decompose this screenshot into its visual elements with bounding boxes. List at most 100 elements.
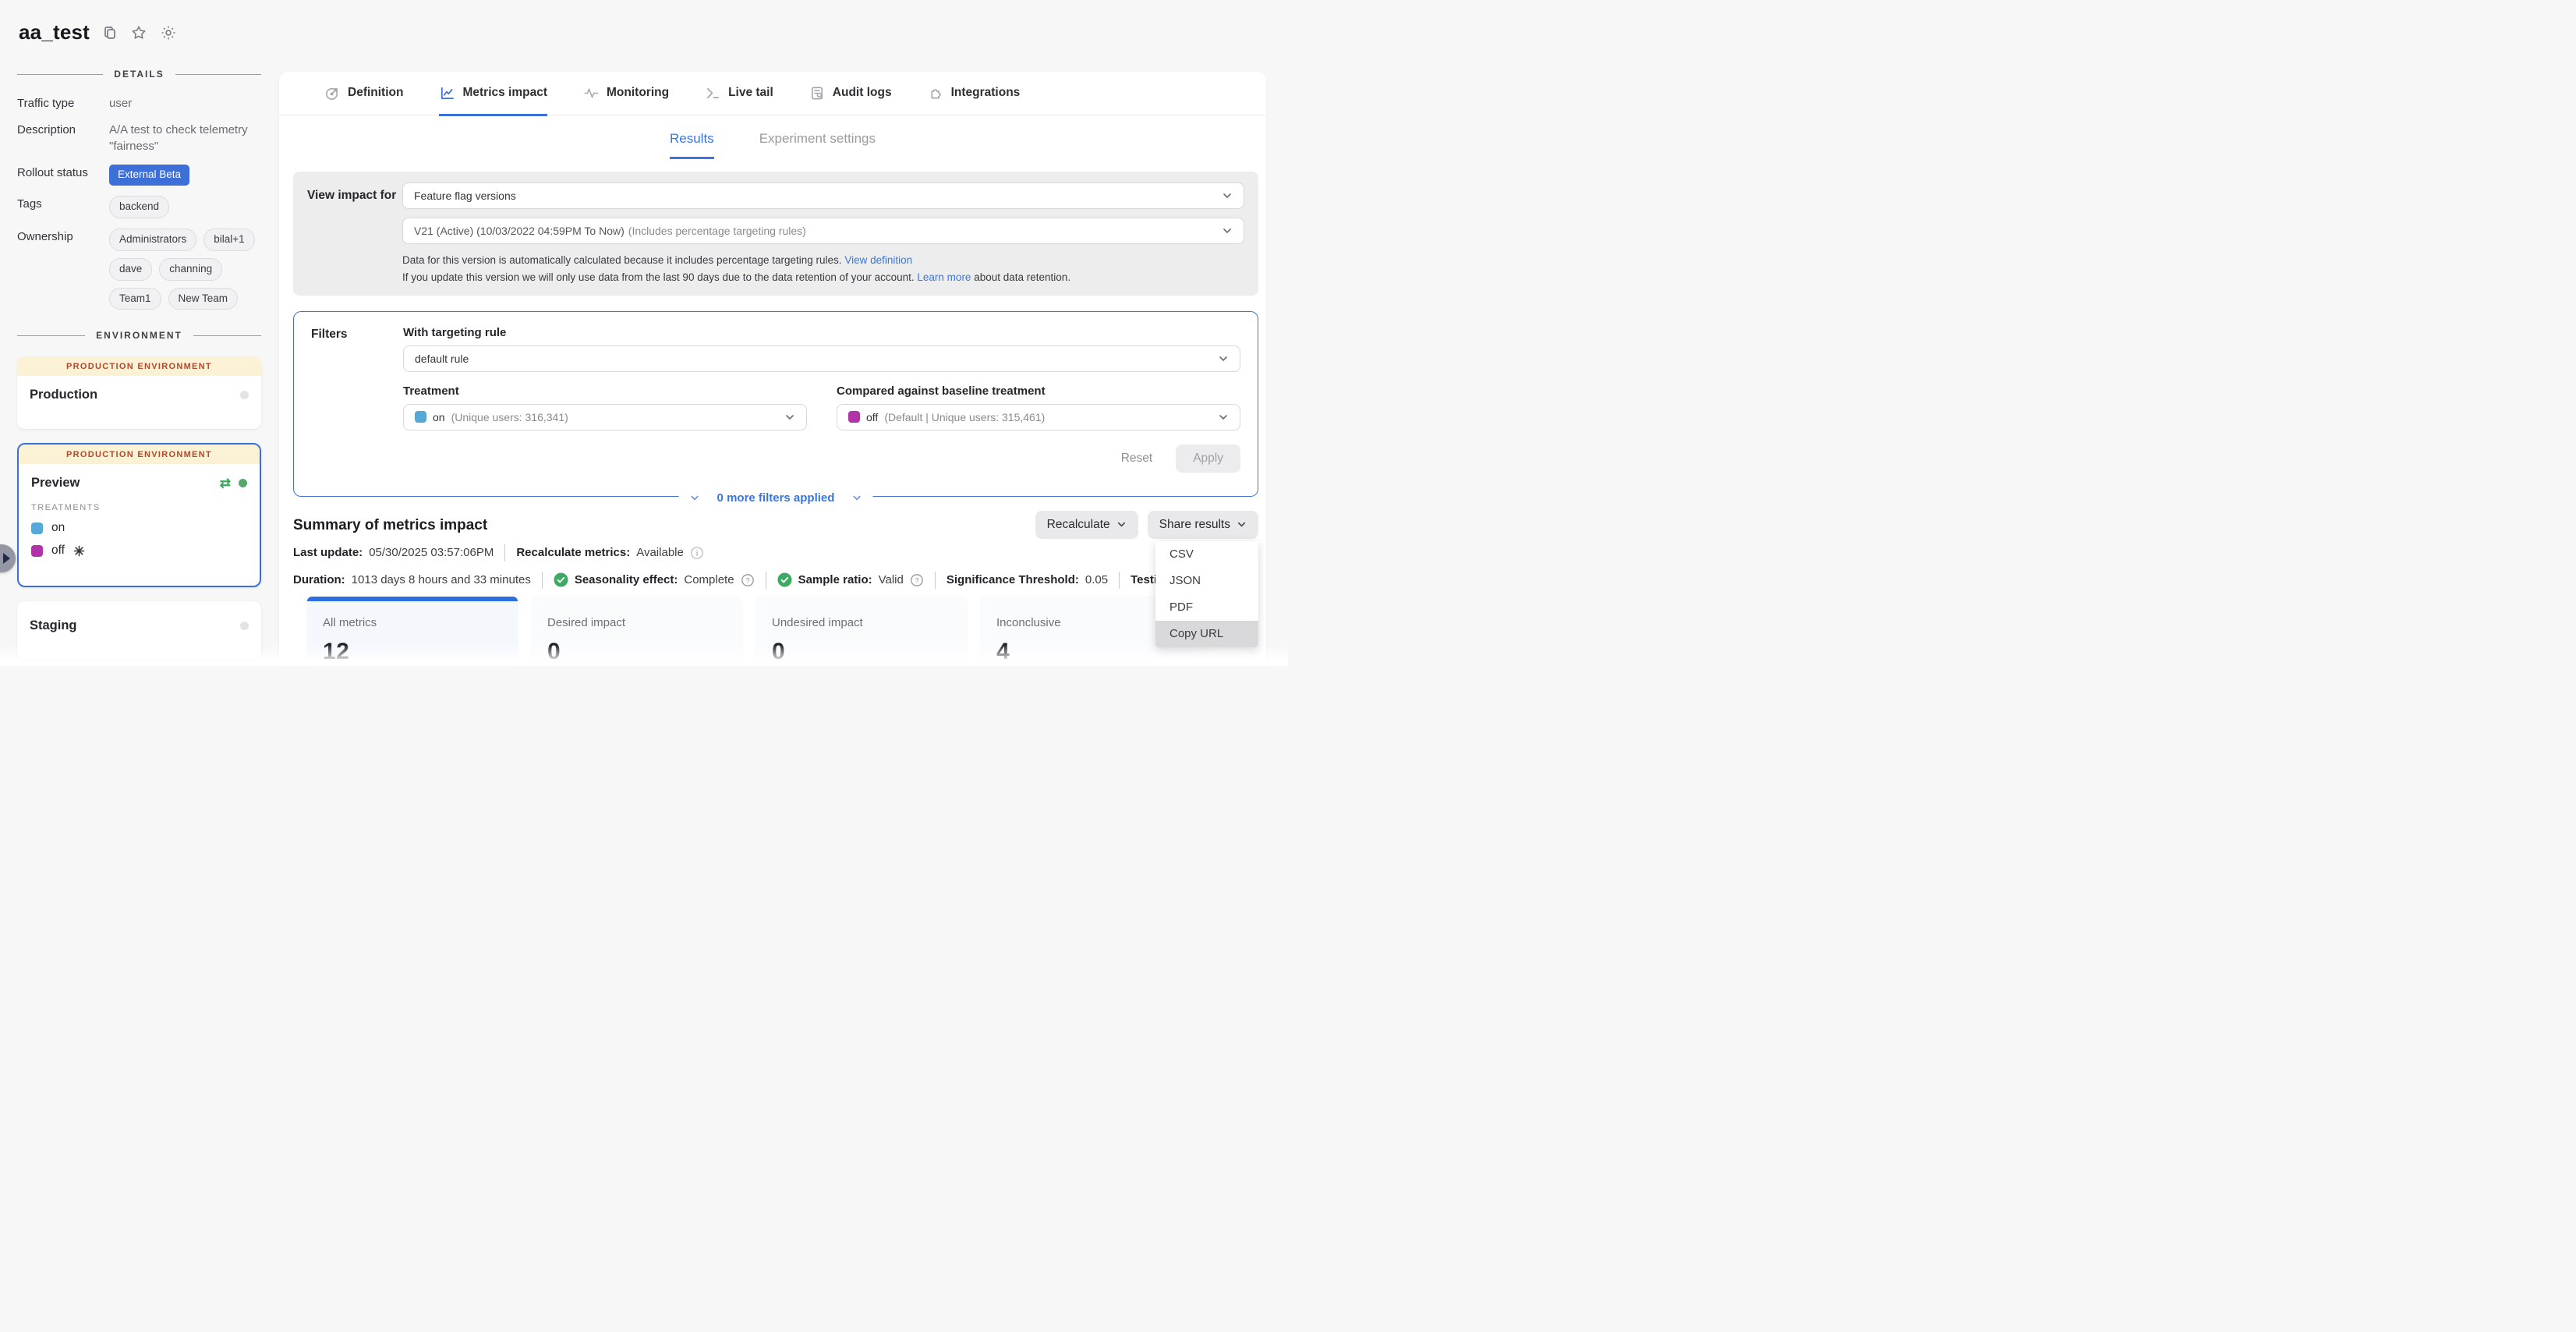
tags-row: Tags backend bbox=[17, 196, 261, 218]
sample-ratio-label: Sample ratio: bbox=[798, 573, 872, 586]
rollout-status-badge: External Beta bbox=[109, 165, 189, 186]
copy-icon[interactable] bbox=[102, 25, 118, 41]
treatment-off-swatch bbox=[31, 545, 43, 557]
info-icon[interactable] bbox=[690, 546, 704, 560]
status-dot bbox=[240, 622, 249, 630]
ownership-pill[interactable]: New Team bbox=[168, 288, 239, 310]
environment-name: Production bbox=[30, 388, 97, 402]
ownership-pill[interactable]: Team1 bbox=[109, 288, 161, 310]
retention-note: If you update this version we will only … bbox=[402, 269, 1244, 286]
chevron-down-icon bbox=[1222, 190, 1233, 201]
ownership-pill[interactable]: Administrators bbox=[109, 228, 196, 251]
metric-card-all-metrics[interactable]: All metrics 12 bbox=[307, 597, 518, 666]
terminal-icon bbox=[705, 85, 721, 101]
baseline-treatment-dropdown[interactable]: off (Default | Unique users: 315,461) bbox=[837, 404, 1240, 430]
chevron-down-icon bbox=[851, 493, 862, 503]
metric-card-desired-impact[interactable]: Desired impact 0 bbox=[532, 597, 742, 666]
tag-pill[interactable]: backend bbox=[109, 196, 169, 218]
learn-more-link[interactable]: Learn more bbox=[917, 271, 971, 283]
auto-calc-note: Data for this version is automatically c… bbox=[402, 252, 1244, 269]
tab-definition[interactable]: Definition bbox=[324, 72, 403, 116]
treatment-value: on bbox=[433, 411, 445, 423]
description-label: Description bbox=[17, 122, 109, 154]
tab-live-tail[interactable]: Live tail bbox=[705, 72, 773, 116]
default-treatment-asterisk-icon bbox=[73, 545, 85, 557]
ownership-pill[interactable]: bilal+1 bbox=[203, 228, 254, 251]
environment-card-preview[interactable]: PRODUCTION ENVIRONMENT Preview ⇄ TREATME… bbox=[17, 443, 261, 587]
production-environment-banner: PRODUCTION ENVIRONMENT bbox=[19, 445, 260, 464]
chevron-right-icon bbox=[3, 553, 10, 564]
svg-text:?: ? bbox=[915, 576, 918, 585]
metric-card-undesired-impact[interactable]: Undesired impact 0 bbox=[756, 597, 967, 666]
ownership-pill[interactable]: channing bbox=[159, 258, 222, 281]
share-menu-item-csv[interactable]: CSV bbox=[1155, 541, 1258, 568]
results-subtabs: Results Experiment settings bbox=[279, 131, 1266, 159]
tab-metrics-impact[interactable]: Metrics impact bbox=[439, 72, 547, 116]
tab-integrations[interactable]: Integrations bbox=[928, 72, 1021, 116]
tab-monitoring[interactable]: Monitoring bbox=[583, 72, 669, 116]
summary-section: Summary of metrics impact Recalculate Sh… bbox=[293, 517, 1258, 666]
tab-label: Monitoring bbox=[607, 86, 669, 100]
details-section-header: DETAILS bbox=[17, 69, 261, 80]
tab-audit-logs[interactable]: Audit logs bbox=[809, 72, 892, 116]
environment-card-staging[interactable]: Staging bbox=[17, 601, 261, 660]
duration-label: Duration: bbox=[293, 573, 345, 586]
share-menu-item-copy-url[interactable]: Copy URL bbox=[1155, 621, 1258, 647]
subtab-experiment-settings[interactable]: Experiment settings bbox=[759, 131, 876, 159]
metric-card-value: 4 bbox=[996, 639, 1176, 665]
environment-section-header: ENVIRONMENT bbox=[17, 330, 261, 341]
help-icon[interactable]: ? bbox=[910, 573, 924, 587]
filters-label: Filters bbox=[311, 326, 403, 473]
description-value: A/A test to check telemetry "fairness" bbox=[109, 122, 261, 154]
baseline-value: off bbox=[866, 411, 878, 423]
check-circle-icon bbox=[554, 572, 568, 587]
treatment-row-off: off bbox=[31, 544, 247, 558]
line-chart-icon bbox=[439, 85, 455, 101]
targeting-rule-dropdown[interactable]: default rule bbox=[403, 345, 1240, 372]
view-impact-panel: View impact for Feature flag versions V2… bbox=[293, 172, 1258, 296]
metric-card-label: All metrics bbox=[323, 616, 502, 629]
tab-label: Audit logs bbox=[833, 86, 892, 100]
traffic-type-label: Traffic type bbox=[17, 95, 109, 112]
metric-card-value: 12 bbox=[323, 639, 502, 665]
environment-card-production[interactable]: PRODUCTION ENVIRONMENT Production bbox=[17, 356, 261, 429]
filters-box: Filters With targeting rule default rule… bbox=[293, 311, 1258, 497]
gear-icon[interactable] bbox=[160, 24, 177, 41]
reset-button[interactable]: Reset bbox=[1121, 452, 1153, 466]
share-menu-item-json[interactable]: JSON bbox=[1155, 568, 1258, 594]
chevron-down-icon bbox=[690, 493, 700, 503]
share-results-menu: CSV JSON PDF Copy URL bbox=[1155, 541, 1258, 647]
sidebar-collapse-handle[interactable] bbox=[0, 544, 16, 572]
page: aa_test DETAILS Traffic type user Descri… bbox=[0, 0, 1288, 666]
treatment-off-name: off bbox=[51, 544, 65, 558]
share-menu-item-pdf[interactable]: PDF bbox=[1155, 594, 1258, 621]
more-filters-toggle[interactable]: 0 more filters applied bbox=[679, 488, 873, 508]
treatment-on-swatch bbox=[415, 411, 426, 423]
treatment-dropdown[interactable]: on (Unique users: 316,341) bbox=[403, 404, 807, 430]
metric-cards-row: All metrics 12 Desired impact 0 Undesire… bbox=[307, 597, 1251, 666]
chevron-down-icon bbox=[1116, 519, 1127, 530]
treatment-row-on: on bbox=[31, 521, 247, 535]
view-definition-link[interactable]: View definition bbox=[844, 254, 912, 266]
tab-label: Metrics impact bbox=[462, 86, 547, 100]
share-results-button[interactable]: Share results bbox=[1148, 511, 1258, 539]
ownership-pill[interactable]: dave bbox=[109, 258, 152, 281]
star-icon[interactable] bbox=[130, 24, 147, 41]
treatment-off-swatch bbox=[848, 411, 860, 423]
apply-button[interactable]: Apply bbox=[1176, 445, 1240, 473]
chevron-down-icon bbox=[1237, 519, 1247, 530]
recalculate-button[interactable]: Recalculate bbox=[1035, 511, 1138, 539]
version-value: V21 (Active) (10/03/2022 04:59PM To Now) bbox=[414, 225, 625, 237]
version-dropdown[interactable]: V21 (Active) (10/03/2022 04:59PM To Now)… bbox=[402, 218, 1244, 244]
environment-name: Preview bbox=[31, 476, 80, 491]
chevron-down-icon bbox=[1218, 412, 1229, 423]
subtab-results[interactable]: Results bbox=[670, 131, 714, 159]
help-icon[interactable]: ? bbox=[741, 573, 755, 587]
treatments-label: TREATMENTS bbox=[31, 503, 247, 512]
version-type-dropdown[interactable]: Feature flag versions bbox=[402, 182, 1244, 209]
tags-label: Tags bbox=[17, 196, 109, 218]
traffic-type-value: user bbox=[109, 95, 261, 112]
treatment-on-name: on bbox=[51, 521, 65, 535]
version-type-value: Feature flag versions bbox=[414, 190, 516, 202]
rollout-status-label: Rollout status bbox=[17, 165, 109, 186]
